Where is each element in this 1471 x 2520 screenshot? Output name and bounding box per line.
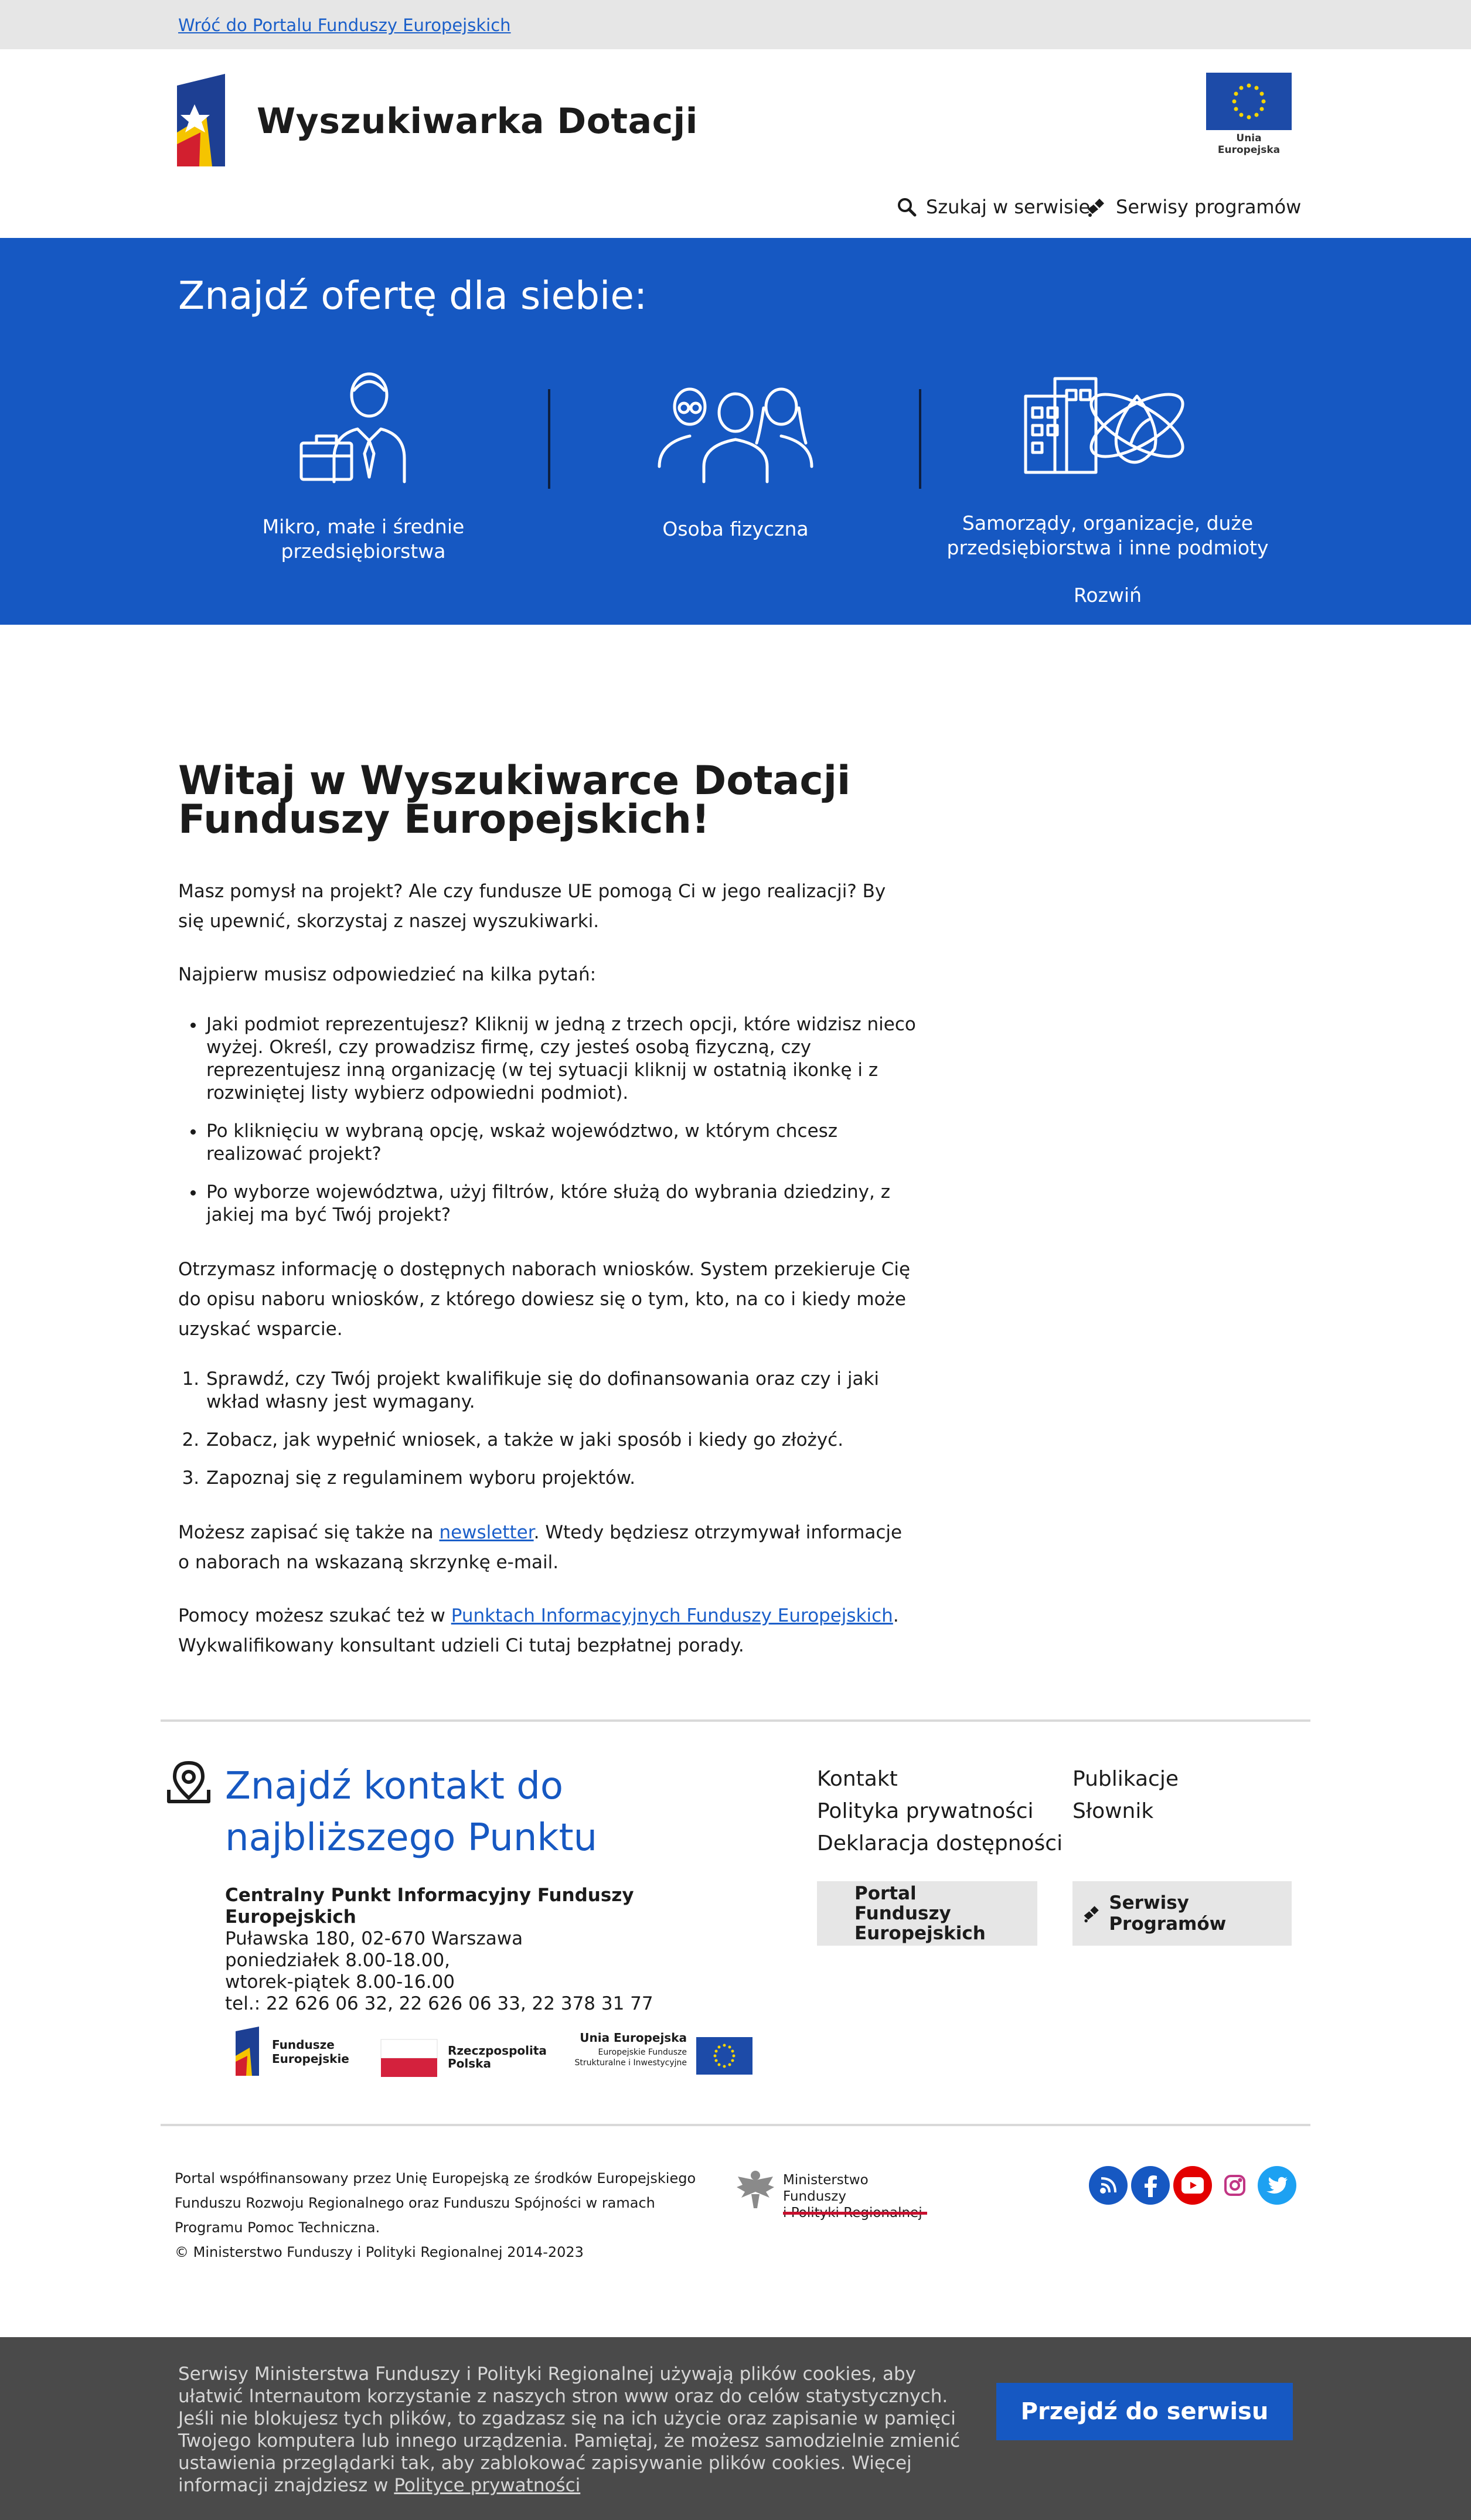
ministry-logo[interactable]: Ministerstwo Funduszy i Polityki Regiona…	[735, 2166, 928, 2221]
offer-divider	[919, 389, 921, 489]
portal-button[interactable]: Portal Funduszy Europejskich	[817, 1881, 1037, 1946]
services-label: Serwisy programów	[1116, 196, 1302, 218]
partner-logos: Fundusze Europejskie Rzeczpospolita Pols…	[236, 2027, 752, 2077]
back-to-portal-link[interactable]: Wróć do Portalu Funduszy Europejskich	[178, 15, 511, 35]
search-link[interactable]: Szukaj w serwisie	[897, 196, 1090, 218]
intro-text: Masz pomysł na projekt? Ale czy fundusze…	[178, 881, 886, 932]
list-item: Sprawdź, czy Twój projekt kwalifikuje si…	[205, 1368, 917, 1414]
partner-fe-name-line1: Fundusze	[272, 2038, 335, 2052]
footer-link-contact[interactable]: Kontakt	[817, 1763, 1063, 1795]
footer-links-col2: Publikacje Słownik	[1072, 1763, 1179, 1827]
partner-fe-name-line2: Europejskie	[272, 2052, 349, 2066]
partner-ue-name-line1: Unia Europejska	[580, 2031, 687, 2045]
contact-hours-tue-fri: wtorek-piątek 8.00-16.00	[225, 1971, 455, 1993]
buildings-atom-icon	[1024, 377, 1184, 474]
list-item: Zobacz, jak wypełnić wniosek, a także w …	[205, 1429, 917, 1452]
info-text: Otrzymasz informację o dostępnych nabora…	[178, 1259, 911, 1340]
offer-organizations[interactable]: Samorządy, organizacje, duże przedsiębio…	[944, 367, 1272, 607]
newsletter-link[interactable]: newsletter	[439, 1522, 533, 1543]
instagram-icon[interactable]	[1215, 2166, 1254, 2205]
eu-label: Unia Europejska	[1217, 132, 1281, 156]
top-bar: Wróć do Portalu Funduszy Europejskich	[0, 0, 1471, 49]
list-item: Po kliknięciu w wybraną opcję, wskaż woj…	[205, 1120, 917, 1166]
next-steps-list: Sprawdź, czy Twój projekt kwalifikuje si…	[205, 1368, 917, 1490]
copyright-text: © Ministerstwo Funduszy i Polityki Regio…	[175, 2244, 584, 2260]
youtube-icon[interactable]	[1173, 2166, 1212, 2205]
cofinance-text: Portal współfinansowany przez Unię Europ…	[175, 2170, 696, 2236]
contact-phone: tel.: 22 626 06 32, 22 626 06 33, 22 378…	[225, 1993, 653, 2014]
contact-title[interactable]: Znajdź kontakt do najbliższego Punktu	[225, 1760, 788, 1864]
offer-sme[interactable]: Mikro, małe i średnie przedsiębiorstwa	[199, 367, 527, 564]
site-title[interactable]: Wyszukiwarka Dotacji	[257, 101, 698, 142]
expand-button[interactable]: Rozwiń	[944, 584, 1272, 607]
cookie-text: Serwisy Ministerstwa Funduszy i Polityki…	[178, 2363, 975, 2497]
footer-link-publications[interactable]: Publikacje	[1072, 1763, 1179, 1795]
partner-ue-name-line2: Europejskie Fundusze	[598, 2048, 687, 2057]
footer-divider	[161, 2124, 1310, 2126]
services-link[interactable]: Serwisy programów	[1085, 196, 1301, 218]
fundusze-europejskie-logo[interactable]	[177, 74, 225, 166]
rss-icon[interactable]	[1089, 2166, 1128, 2205]
banner-heading: Znajdź ofertę dla siebie:	[178, 273, 648, 318]
help-text: Pomocy możesz szukać też w Punktach Info…	[178, 1601, 917, 1661]
steps-list: Jaki podmiot reprezentujesz? Kliknij w j…	[205, 1013, 917, 1227]
puzzle-icon	[1084, 1906, 1099, 1923]
steps-intro-text: Najpierw musisz odpowiedzieć na kilka py…	[178, 964, 597, 985]
facebook-icon[interactable]	[1131, 2166, 1170, 2205]
footer-link-accessibility[interactable]: Deklaracja dostępności	[817, 1827, 1063, 1860]
people-group-icon	[658, 387, 813, 483]
portal-button-label: Portal Funduszy Europejskich	[854, 1883, 986, 1944]
main-content: Witaj w Wyszukiwarce Dotacji Funduszy Eu…	[178, 758, 917, 1684]
partner-ue-name-line3: Strukturalne i Inwestycyjne	[575, 2058, 687, 2068]
cofinance-note: Portal współfinansowany przez Unię Europ…	[175, 2166, 714, 2264]
partner-rp-name-line2: Polska	[448, 2056, 491, 2071]
offer-sme-label: Mikro, małe i średnie przedsiębiorstwa	[262, 515, 465, 563]
contact-name: Centralny Punkt Informacyjny Funduszy Eu…	[225, 1885, 634, 1928]
offer-organizations-label: Samorządy, organizacje, duże przedsiębio…	[946, 512, 1269, 559]
social-links	[1089, 2166, 1296, 2205]
contact-hours-mon: poniedziałek 8.00-18.00,	[225, 1950, 451, 1971]
twitter-icon[interactable]	[1258, 2166, 1296, 2205]
footer-link-glossary[interactable]: Słownik	[1072, 1795, 1179, 1827]
businessman-briefcase-icon	[299, 372, 406, 483]
programs-button[interactable]: Serwisy Programów	[1072, 1881, 1292, 1946]
footer-link-privacy[interactable]: Polityka prywatności	[817, 1795, 1063, 1827]
offer-banner: Znajdź ofertę dla siebie: Mikro, małe i …	[0, 238, 1471, 625]
ministry-name-line1: Ministerstwo Funduszy	[783, 2172, 869, 2204]
offer-divider	[548, 389, 550, 489]
map-pin-icon	[167, 1761, 210, 1803]
offer-individual-label: Osoba fizyczna	[662, 517, 809, 540]
puzzle-icon	[1088, 199, 1104, 217]
partner-rp-name-line1: Rzeczpospolita	[448, 2044, 547, 2058]
help-text-before: Pomocy możesz szukać też w	[178, 1605, 451, 1626]
cookie-banner: Serwisy Ministerstwa Funduszy i Polityki…	[0, 2337, 1471, 2520]
rzeczpospolita-polska-logo: Rzeczpospolita Polska	[380, 2039, 547, 2077]
search-label: Szukaj w serwisie	[926, 196, 1091, 218]
programs-button-label: Serwisy Programów	[1109, 1892, 1227, 1935]
list-item: Po wyborze województwa, użyj filtrów, kt…	[205, 1181, 917, 1227]
contact-address: Puławska 180, 02-670 Warszawa	[225, 1928, 523, 1949]
ministry-underline	[783, 2212, 927, 2215]
info-points-link[interactable]: Punktach Informacyjnych Funduszy Europej…	[451, 1605, 893, 1626]
page-title: Witaj w Wyszukiwarce Dotacji Funduszy Eu…	[178, 758, 851, 843]
cookie-privacy-link[interactable]: Polityce prywatności	[394, 2475, 580, 2496]
eu-flag-icon	[1206, 73, 1292, 130]
eu-structural-funds-logo: Unia Europejska Europejskie Fundusze Str…	[575, 2031, 752, 2075]
fundusze-europejskie-small-logo: Fundusze Europejskie	[236, 2027, 349, 2076]
list-item: Jaki podmiot reprezentujesz? Kliknij w j…	[205, 1013, 917, 1105]
offer-individual[interactable]: Osoba fizyczna	[571, 367, 900, 542]
footer-divider	[161, 1719, 1310, 1722]
contact-details: Centralny Punkt Informacyjny Funduszy Eu…	[225, 1885, 752, 2015]
footer-links-col1: Kontakt Polityka prywatności Deklaracja …	[817, 1763, 1063, 1860]
list-item: Zapoznaj się z regulaminem wyboru projek…	[205, 1467, 917, 1490]
newsletter-text: Możesz zapisać się także na newsletter. …	[178, 1518, 917, 1578]
cookie-accept-button[interactable]: Przejdź do serwisu	[996, 2383, 1293, 2440]
site-header: Wyszukiwarka Dotacji Unia Europejska Szu…	[0, 49, 1471, 238]
search-icon	[898, 198, 917, 217]
newsletter-text-before: Możesz zapisać się także na	[178, 1522, 440, 1543]
polish-eagle-icon	[737, 2171, 774, 2208]
